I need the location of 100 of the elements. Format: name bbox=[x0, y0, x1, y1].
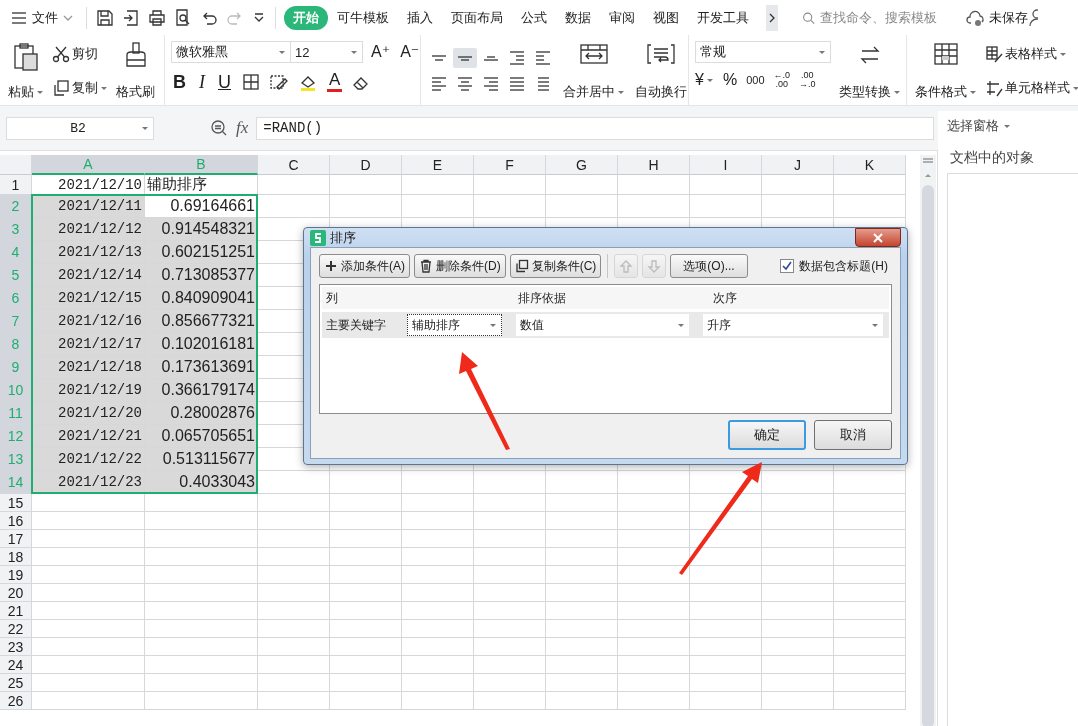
table-cell bbox=[618, 530, 690, 548]
caret-icon bbox=[969, 88, 977, 96]
dialog-button[interactable]: 取消 bbox=[814, 420, 892, 450]
column-header[interactable]: D bbox=[330, 155, 402, 175]
font-name-dropdown[interactable]: 微软雅黑 bbox=[171, 41, 291, 63]
conditional-format-button[interactable]: 条件格式 bbox=[915, 83, 977, 101]
ribbon-tab[interactable]: 视图 bbox=[644, 5, 688, 30]
column-header[interactable]: H bbox=[618, 155, 690, 175]
column-header[interactable]: G bbox=[546, 155, 618, 175]
table-cell bbox=[762, 674, 834, 692]
row-header[interactable]: 24 bbox=[0, 656, 32, 674]
format-painter-button[interactable]: 格式刷 bbox=[116, 83, 155, 101]
table-cell bbox=[402, 656, 474, 674]
file-menu[interactable]: 文件 bbox=[6, 4, 78, 31]
percent-button[interactable]: % bbox=[722, 71, 738, 89]
trash-icon bbox=[419, 259, 433, 273]
formula-field[interactable]: =RAND() bbox=[256, 116, 935, 140]
order-dropdown[interactable]: 升序 bbox=[702, 314, 883, 336]
thousands-button[interactable]: 000 bbox=[746, 74, 765, 86]
row-header[interactable]: 21 bbox=[0, 602, 32, 620]
italic-button[interactable]: I bbox=[197, 71, 207, 92]
panel-title[interactable]: 选择窗格 bbox=[947, 117, 999, 135]
bold-button[interactable]: B bbox=[171, 71, 188, 92]
row-header[interactable]: 15 bbox=[0, 494, 32, 512]
column-header[interactable]: C bbox=[258, 155, 330, 175]
scrollbar-thumb[interactable] bbox=[922, 185, 934, 726]
row-header[interactable]: 16 bbox=[0, 512, 32, 530]
decrease-decimal-button[interactable]: .00 →.0 bbox=[799, 71, 816, 89]
zoom-icon[interactable] bbox=[210, 119, 228, 137]
toolbar-button[interactable]: 添加条件(A) bbox=[319, 254, 410, 278]
grip-icon[interactable] bbox=[921, 155, 935, 165]
print-icon[interactable] bbox=[147, 7, 167, 28]
toolbar-button[interactable]: 选项(O)... bbox=[670, 254, 748, 278]
table-cell bbox=[834, 674, 906, 692]
currency-button[interactable]: ¥ bbox=[695, 71, 714, 89]
dialog-button[interactable]: 确定 bbox=[728, 420, 806, 450]
type-convert-button[interactable]: 类型转换 bbox=[839, 83, 901, 101]
column-header[interactable]: E bbox=[402, 155, 474, 175]
column-header[interactable]: J bbox=[762, 155, 834, 175]
wrap-text-button[interactable]: 自动换行 bbox=[635, 83, 687, 101]
align-button[interactable] bbox=[453, 48, 477, 68]
ribbon-tab[interactable]: 插入 bbox=[398, 5, 442, 30]
save-icon[interactable] bbox=[95, 7, 115, 28]
header-checkbox[interactable]: 数据包含标题(H) bbox=[780, 257, 892, 275]
ribbon-tab[interactable]: 公式 bbox=[512, 5, 556, 30]
row-header[interactable]: 1 bbox=[0, 175, 32, 195]
paste-icon[interactable] bbox=[11, 41, 41, 73]
toolbar-button[interactable]: 复制条件(C) bbox=[509, 254, 602, 278]
search-field[interactable]: 查找命令、搜索模板 bbox=[802, 9, 952, 26]
ribbon-tab[interactable]: 开发工具 bbox=[688, 5, 758, 30]
close-button[interactable] bbox=[855, 228, 901, 247]
export-icon[interactable] bbox=[121, 7, 141, 28]
ribbon-tab[interactable]: 数据 bbox=[556, 5, 600, 30]
sort-on-dropdown[interactable]: 数值 bbox=[516, 314, 689, 336]
row-header[interactable]: 18 bbox=[0, 548, 32, 566]
scroll-up-icon[interactable] bbox=[923, 171, 933, 179]
font-color-button[interactable]: A bbox=[327, 71, 343, 92]
underline-button[interactable]: U bbox=[216, 71, 233, 92]
merge-center-button[interactable]: 合并居中 bbox=[563, 83, 625, 101]
toolbar-button[interactable]: 删除条件(D) bbox=[414, 254, 506, 278]
table-style-button[interactable]: 表格样式 bbox=[985, 45, 1078, 63]
merge-cells-icon[interactable] bbox=[578, 41, 610, 67]
borders-icon[interactable] bbox=[242, 72, 260, 91]
ribbon-tab[interactable]: 可牛模板 bbox=[328, 5, 398, 30]
wrap-text-icon[interactable] bbox=[645, 41, 677, 67]
table-cell bbox=[834, 602, 906, 620]
paste-button[interactable]: 粘贴 bbox=[8, 83, 44, 101]
table-cell bbox=[258, 471, 330, 494]
copy-button[interactable]: 复制 bbox=[52, 79, 108, 97]
column-header[interactable]: I bbox=[690, 155, 762, 175]
function-label[interactable]: fx bbox=[236, 118, 249, 138]
table-cell bbox=[618, 620, 690, 638]
column-dropdown[interactable]: 辅助排序 bbox=[407, 314, 503, 336]
column-header[interactable]: F bbox=[474, 155, 546, 175]
row-header[interactable]: 26 bbox=[0, 692, 32, 710]
increase-decimal-button[interactable]: ←.0 .00 bbox=[773, 71, 790, 89]
number-format-dropdown[interactable]: 常规 bbox=[695, 41, 831, 63]
table-cell: 2021/12/12 bbox=[32, 218, 145, 241]
table-cell bbox=[330, 656, 402, 674]
row-header[interactable]: 23 bbox=[0, 638, 32, 656]
ribbon-tab[interactable]: 审阅 bbox=[600, 5, 644, 30]
row-header[interactable]: 20 bbox=[0, 584, 32, 602]
fill-pattern-icon[interactable] bbox=[269, 72, 289, 91]
user-icon[interactable] bbox=[1028, 7, 1038, 28]
tabs-scroll-button[interactable] bbox=[766, 4, 778, 31]
cell-style-button[interactable]: 单元格样式 bbox=[985, 79, 1078, 97]
table-cell bbox=[402, 530, 474, 548]
ribbon-tab[interactable]: 页面布局 bbox=[442, 5, 512, 30]
shrink-font-button[interactable]: A⁻ bbox=[398, 42, 422, 62]
cut-button[interactable]: 剪切 bbox=[52, 45, 108, 63]
font-size-dropdown[interactable]: 12 bbox=[291, 41, 363, 63]
row-header[interactable]: 19 bbox=[0, 566, 32, 584]
conditional-format-icon[interactable] bbox=[931, 41, 961, 67]
row-header[interactable]: 22 bbox=[0, 620, 32, 638]
column-header[interactable]: K bbox=[834, 155, 906, 175]
name-box[interactable]: B2 bbox=[6, 116, 154, 140]
row-header[interactable]: 25 bbox=[0, 674, 32, 692]
grow-font-button[interactable]: A⁺ bbox=[369, 42, 393, 62]
table-cell: 2021/12/17 bbox=[32, 333, 145, 356]
row-header[interactable]: 17 bbox=[0, 530, 32, 548]
